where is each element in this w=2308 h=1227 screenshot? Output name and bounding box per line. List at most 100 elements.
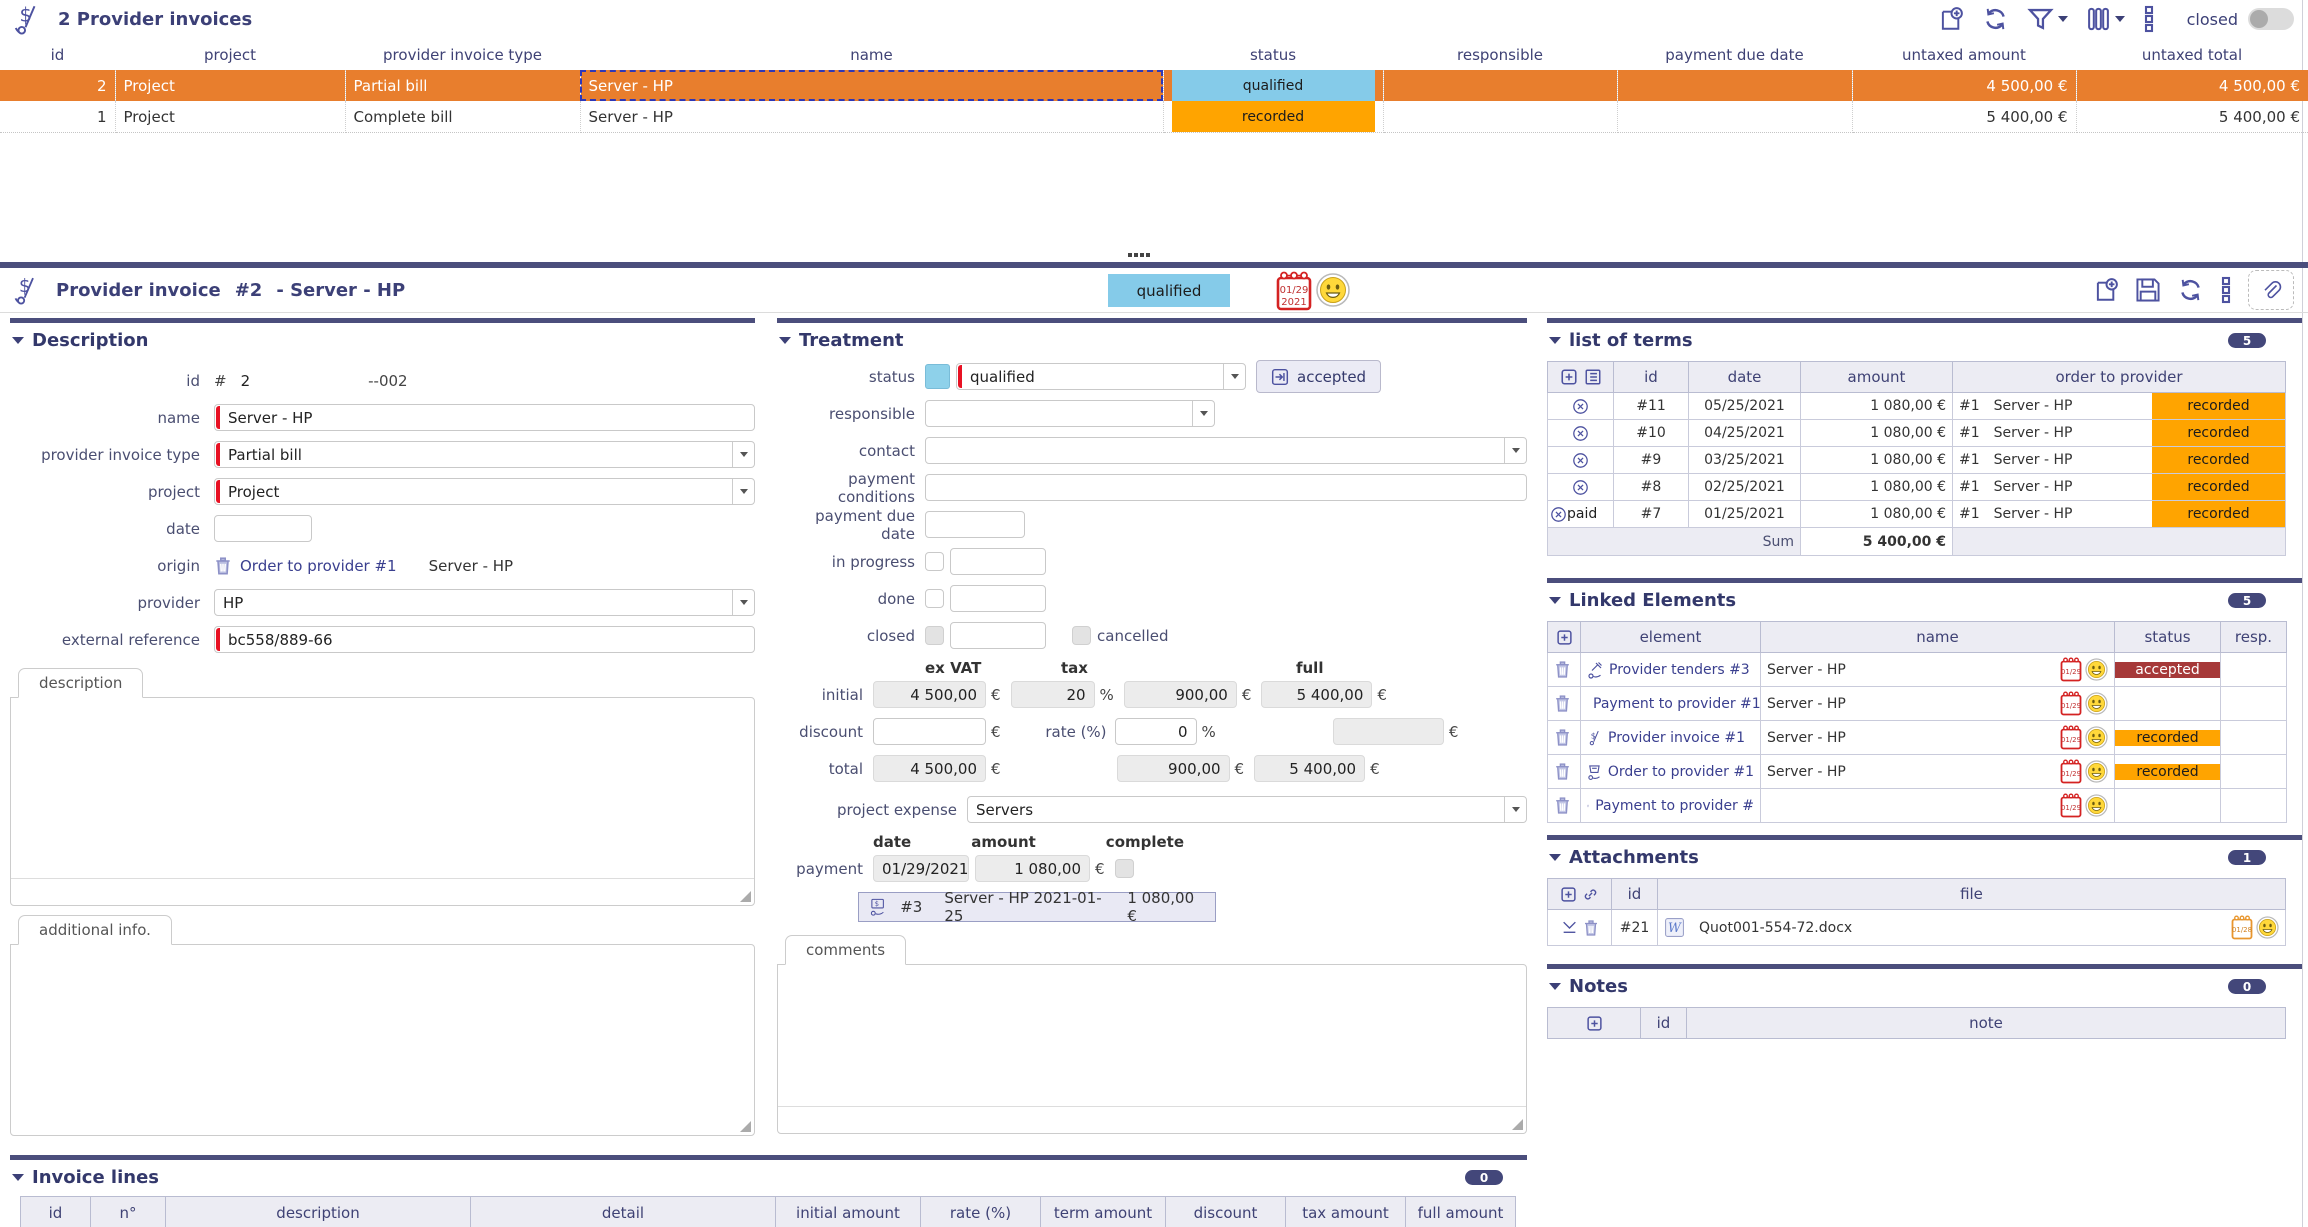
description-textarea[interactable] [10,697,755,906]
download-icon[interactable] [1561,919,1578,937]
tab-comments[interactable]: comments [785,935,906,965]
provider-select[interactable]: HP [214,589,755,616]
origin-link[interactable]: Order to provider #1 [240,557,397,575]
calendar-date-icon[interactable]: 01/29 2021 [1276,271,1312,311]
smiley-icon[interactable] [2085,726,2108,749]
additional-info-textarea[interactable] [10,944,755,1136]
col-header-id[interactable]: id [0,40,115,70]
cell-id[interactable]: 1 [0,101,115,133]
linked-row[interactable]: $Payment to provider #1 Server - HP 01/2… [1548,687,2287,721]
chevron-down-icon[interactable] [732,590,748,615]
payment-conditions-input[interactable] [925,474,1527,501]
term-date[interactable]: 02/25/2021 [1689,474,1801,501]
term-id[interactable]: #11 [1614,393,1689,420]
payment-link-button[interactable]: $ #3 Server - HP 2021-01-25 1 080,00 € [858,892,1216,922]
cell-name[interactable]: Server - HP [580,101,1163,133]
unlink-term-button[interactable] [1554,398,1607,415]
closed-date-input[interactable] [950,622,1046,649]
term-amount[interactable]: 1 080,00 € [1801,474,1953,501]
linked-element-link[interactable]: Order to provider #1 [1608,764,1754,780]
col-header-untaxed-total[interactable]: untaxed total [2076,40,2308,70]
cell-id[interactable]: 2 [0,70,115,101]
collapse-arrow-icon[interactable] [12,1174,24,1181]
term-row[interactable]: #10 04/25/2021 1 080,00 € #1Server - HPr… [1548,420,2286,447]
columns-button[interactable] [2086,6,2125,32]
attachment-filename[interactable]: Quot001-554-72.docx [1699,920,1852,936]
delete-link-button[interactable] [1554,694,1574,713]
calendar-date-icon[interactable]: 01/29 [2060,759,2082,784]
new-record-button[interactable] [1938,6,1964,32]
tab-additional-info[interactable]: additional info. [18,915,172,945]
responsible-select[interactable] [925,400,1215,427]
cell-project[interactable]: Project [115,101,345,133]
term-row[interactable]: #8 02/25/2021 1 080,00 € #1Server - HPre… [1548,474,2286,501]
linked-element-link[interactable]: Provider invoice #1 [1608,730,1745,746]
col-header-untaxed-amount[interactable]: untaxed amount [1852,40,2076,70]
delete-link-button[interactable] [1554,762,1574,781]
provider-invoice-type-select[interactable]: Partial bill [214,441,755,468]
term-amount[interactable]: 1 080,00 € [1801,393,1953,420]
linked-row[interactable]: $Payment to provider # 01/29 [1548,789,2287,823]
delete-link-button[interactable] [1554,796,1574,815]
discount-input[interactable] [873,718,986,745]
term-date[interactable]: 04/25/2021 [1689,420,1801,447]
rate-input[interactable]: 0 [1115,718,1197,745]
chevron-down-icon[interactable] [1223,364,1239,389]
divider-handle[interactable] [1128,253,1132,257]
smiley-icon[interactable] [2085,760,2108,783]
collapse-arrow-icon[interactable] [1549,597,1561,604]
cell-untaxed-total[interactable]: 5 400,00 € [2076,101,2308,133]
cancelled-checkbox[interactable] [1072,626,1091,645]
add-attachment-button[interactable] [1560,886,1577,903]
contact-select[interactable] [925,437,1527,464]
delete-attachment-button[interactable] [1583,919,1599,937]
term-date[interactable]: 01/25/2021 [1689,501,1801,528]
save-button[interactable] [2135,277,2161,303]
add-note-button[interactable] [1549,1015,1639,1032]
chevron-down-icon[interactable] [732,479,748,504]
more-options-button[interactable] [2220,276,2232,304]
term-amount[interactable]: 1 080,00 € [1801,447,1953,474]
date-input[interactable] [214,515,312,542]
resize-handle[interactable] [740,891,751,902]
term-date[interactable]: 03/25/2021 [1689,447,1801,474]
done-checkbox[interactable] [925,589,944,608]
cell-type[interactable]: Complete bill [345,101,580,133]
term-row[interactable]: #11 05/25/2021 1 080,00 € #1Server - HPr… [1548,393,2286,420]
refresh-button[interactable] [1982,6,2009,32]
name-input[interactable]: Server - HP [214,404,755,431]
smiley-icon[interactable] [2085,692,2108,715]
smiley-icon[interactable] [2256,916,2279,939]
chevron-down-icon[interactable] [1192,401,1208,426]
cell-status[interactable]: recorded [1163,101,1383,133]
cell-payment-due-date[interactable] [1617,101,1852,133]
term-amount[interactable]: 1 080,00 € [1801,420,1953,447]
cell-status[interactable]: qualified [1163,70,1383,101]
attachment-row[interactable]: #21 W Quot001-554-72.docx 01/28 [1548,910,2286,946]
payment-complete-checkbox[interactable] [1115,859,1134,878]
status-select[interactable]: qualified [956,363,1246,390]
add-linked-element-button[interactable] [1549,629,1579,646]
attachment-button[interactable] [2248,270,2294,310]
term-id[interactable]: #10 [1614,420,1689,447]
calendar-date-icon[interactable]: 01/29 [2060,725,2082,750]
cell-responsible[interactable] [1383,101,1617,133]
payment-due-date-input[interactable] [925,511,1025,538]
table-row[interactable]: 2 Project Partial bill Server - HP quali… [0,70,2308,101]
chevron-down-icon[interactable] [1504,438,1520,463]
term-row[interactable]: paid #7 01/25/2021 1 080,00 € #1Server -… [1548,501,2286,528]
cell-name-focused[interactable]: Server - HP [580,70,1163,101]
unlink-term-button[interactable] [1554,452,1607,469]
more-options-button[interactable] [2143,5,2155,33]
collapse-arrow-icon[interactable] [1549,983,1561,990]
in-progress-date-input[interactable] [950,548,1046,575]
project-expense-select[interactable]: Servers [967,796,1527,823]
tab-description[interactable]: description [18,668,143,698]
attachment-id[interactable]: #21 [1612,910,1658,946]
in-progress-checkbox[interactable] [925,552,944,571]
col-header-responsible[interactable]: responsible [1383,40,1617,70]
linked-row[interactable]: Provider tenders #3 Server - HP 01/29 ac… [1548,653,2287,687]
unlink-term-button[interactable] [1554,425,1607,442]
resize-handle[interactable] [1512,1119,1523,1130]
external-reference-input[interactable]: bc558/889-66 [214,626,755,653]
